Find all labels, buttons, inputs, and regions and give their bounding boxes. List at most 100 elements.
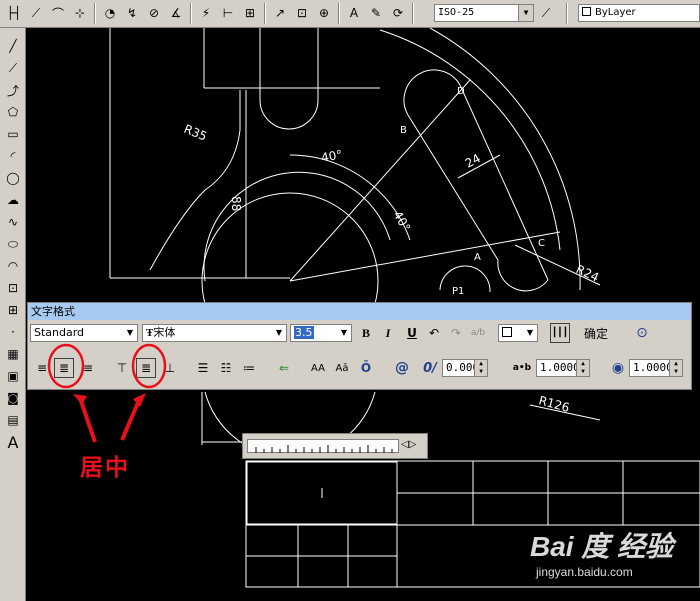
text-format-toolbar: 文字格式 Standard ▼ Ŧ宋体 ▼ 3.5 ▼ B I U ↶ ↷ a/…	[27, 302, 692, 390]
chevron-down-icon[interactable]: ▼	[272, 325, 286, 341]
tracking-icon: a•b	[512, 363, 532, 373]
undo-icon[interactable]: ↶	[424, 323, 444, 343]
text-format-title[interactable]: 文字格式	[28, 303, 691, 320]
dim-r35-label: R35	[182, 122, 209, 144]
spline-icon[interactable]: ∿	[3, 212, 23, 232]
arc-length-icon[interactable]: ⌒	[48, 3, 68, 23]
color-select[interactable]: ▼	[498, 324, 538, 342]
lettered-list-icon[interactable]: ≔	[239, 358, 259, 378]
ellipse-icon[interactable]: ⬭	[3, 234, 23, 254]
spinner-icon[interactable]: ▲ ▼	[669, 360, 682, 376]
region-icon[interactable]: ◙	[3, 388, 23, 408]
diameter-dim-icon[interactable]: ⊘	[144, 3, 164, 23]
polygon-icon[interactable]: ⬠	[3, 102, 23, 122]
linear-dim-icon[interactable]: ├┤	[4, 3, 24, 23]
leader-icon[interactable]: ↗	[270, 3, 290, 23]
middle-align-icon[interactable]: ≣	[136, 358, 156, 378]
multiline-text-icon[interactable]: A	[3, 432, 23, 452]
italic-button[interactable]: I	[378, 323, 398, 343]
dim-text-edit-icon[interactable]: ✎	[366, 3, 386, 23]
chevron-down-icon[interactable]: ▼	[337, 325, 351, 341]
dim-edit-icon[interactable]: A	[344, 3, 364, 23]
oblique-angle-icon: 0/	[423, 360, 437, 376]
top-toolbar: ├┤ ⟋ ⌒ ⊹ ◔ ↯ ⊘ ∡ ⚡ ⊢ ⊞ ↗ ⊡ ⊕ A ✎ ⟳ ISO-2…	[0, 0, 700, 28]
baidu-url: jingyan.baidu.com	[536, 565, 633, 579]
baseline-dim-icon[interactable]: ⊢	[218, 3, 238, 23]
construction-line-icon[interactable]: ⟋	[3, 58, 23, 78]
uppercase-button[interactable]: AA	[308, 358, 328, 378]
radius-dim-icon[interactable]: ◔	[100, 3, 120, 23]
jogged-dim-icon[interactable]: ↯	[122, 3, 142, 23]
dimstyle-select[interactable]: ISO-25 ▼	[434, 4, 534, 22]
hatch-icon[interactable]: ▦	[3, 344, 23, 364]
circle-icon[interactable]: ◯	[3, 168, 23, 188]
stack-button[interactable]: a/b	[468, 323, 488, 343]
width-factor-input[interactable]: 1.0000 ▲ ▼	[629, 359, 683, 377]
chevron-down-icon[interactable]: ▼	[518, 5, 533, 21]
rectangle-icon[interactable]: ▭	[3, 124, 23, 144]
center-mark-icon[interactable]: ⊕	[314, 3, 334, 23]
point-p-label: P1	[452, 286, 464, 297]
color-swatch-icon	[502, 327, 512, 337]
dim-40a-label: 40°	[320, 147, 343, 164]
text-style-select[interactable]: Standard ▼	[30, 324, 138, 342]
ruler-strip[interactable]	[247, 439, 399, 453]
ruler-resize-icon[interactable]: ◁▷	[401, 439, 416, 450]
align-right-icon[interactable]: ≡	[78, 358, 98, 378]
ordinate-dim-icon[interactable]: ⊹	[70, 3, 90, 23]
ellipse-arc-icon[interactable]: ◠	[3, 256, 23, 276]
bullet-list-icon[interactable]: ☷	[216, 358, 236, 378]
symbol-button[interactable]: @	[392, 358, 412, 378]
make-block-icon[interactable]: ⊞	[3, 300, 23, 320]
left-toolbar: ╱ ⟋ ⤴ ⬠ ▭ ◜ ◯ ☁ ∿ ⬭ ◠ ⊡ ⊞ · ▦ ▣ ◙ ▤ A	[0, 28, 26, 601]
bold-button[interactable]: B	[356, 323, 376, 343]
gradient-icon[interactable]: ▣	[3, 366, 23, 386]
table-icon[interactable]: ▤	[3, 410, 23, 430]
dim-40b-label: 40°	[390, 209, 413, 234]
width-factor-icon: ◉	[611, 360, 625, 376]
align-center-icon[interactable]: ≣	[54, 358, 74, 378]
options-icon[interactable]: ⊙	[632, 323, 652, 343]
ruler-toggle-icon[interactable]: ┃┃┃	[550, 323, 570, 343]
oblique-angle-input[interactable]: 0.0000 ▲ ▼	[442, 359, 488, 377]
continue-dim-icon[interactable]: ⊞	[240, 3, 260, 23]
dim-r126-label: R126	[537, 393, 571, 415]
revision-cloud-icon[interactable]: ☁	[3, 190, 23, 210]
top-align-icon[interactable]: ⊤	[112, 358, 132, 378]
spinner-icon[interactable]: ▲ ▼	[474, 360, 487, 376]
dim-update-icon[interactable]: ⟳	[388, 3, 408, 23]
bottom-align-icon[interactable]: ⊥	[160, 358, 180, 378]
text-ruler[interactable]: ◁▷	[242, 433, 428, 459]
quick-dim-icon[interactable]: ⚡	[196, 3, 216, 23]
dim-88-label: 88	[229, 196, 243, 211]
point-c-label: C	[538, 238, 545, 249]
arc-icon[interactable]: ◜	[3, 146, 23, 166]
angular-dim-icon[interactable]: ∡	[166, 3, 186, 23]
text-height-select[interactable]: 3.5 ▼	[290, 324, 352, 342]
chevron-down-icon[interactable]: ▼	[123, 325, 137, 341]
point-icon[interactable]: ·	[3, 322, 23, 342]
spinner-icon[interactable]: ▲ ▼	[576, 360, 589, 376]
dimstyle-manager-icon[interactable]: ⟋	[536, 3, 556, 23]
lowercase-button[interactable]: Aā	[332, 358, 352, 378]
font-select[interactable]: Ŧ宋体 ▼	[142, 324, 287, 342]
tracking-input[interactable]: 1.0000 ▲ ▼	[536, 359, 590, 377]
point-d-label: D	[457, 86, 465, 97]
overline-icon[interactable]: Ō	[356, 358, 376, 378]
align-left-icon[interactable]: ≡	[32, 358, 52, 378]
numbered-list-icon[interactable]: ☰	[193, 358, 213, 378]
ok-button[interactable]: 确定	[584, 325, 608, 342]
insert-block-icon[interactable]: ⊡	[3, 278, 23, 298]
aligned-dim-icon[interactable]: ⟋	[26, 3, 46, 23]
layer-select[interactable]: ByLayer	[578, 4, 700, 22]
annotation-label: 居中	[80, 455, 130, 481]
underline-button[interactable]: U	[402, 323, 422, 343]
chevron-down-icon[interactable]: ▼	[523, 325, 537, 341]
point-b-label: B	[400, 125, 407, 136]
baidu-watermark: Bai 度 经验 jingyan.baidu.com	[530, 525, 673, 579]
insert-field-icon[interactable]: ⇐	[274, 358, 294, 378]
redo-icon[interactable]: ↷	[446, 323, 466, 343]
line-icon[interactable]: ╱	[3, 36, 23, 56]
tolerance-icon[interactable]: ⊡	[292, 3, 312, 23]
polyline-icon[interactable]: ⤴	[3, 80, 23, 100]
